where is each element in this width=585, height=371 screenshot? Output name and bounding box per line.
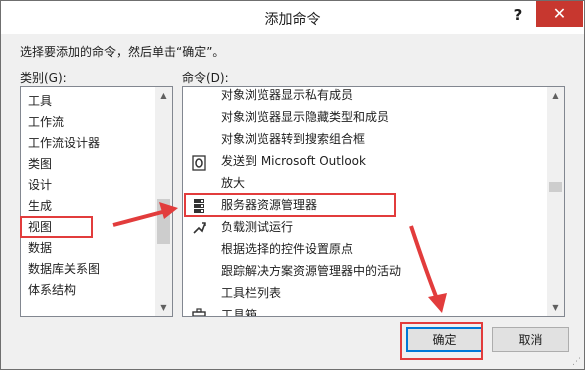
arrow-to-command <box>112 202 178 227</box>
add-command-dialog: 添加命令 ? ✕ 选择要添加的命令，然后单击“确定”。 类别(G): 命令(D)… <box>0 0 585 370</box>
annotation-arrows <box>112 202 447 313</box>
arrow-to-ok <box>409 225 447 313</box>
